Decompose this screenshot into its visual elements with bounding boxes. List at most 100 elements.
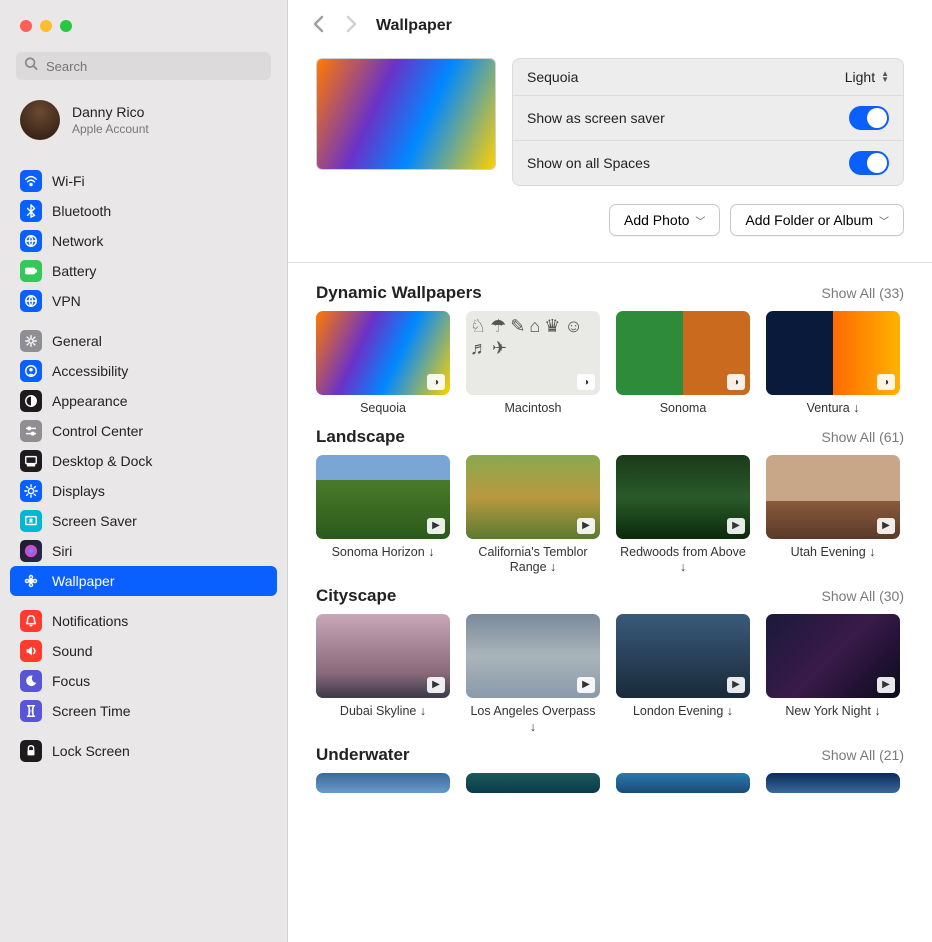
sidebar-item-label: Lock Screen — [52, 743, 130, 759]
dynamic-icon: ◑ — [877, 374, 895, 390]
wallpaper-thumb[interactable]: ▶Los Angeles Overpass ↓ — [466, 614, 600, 735]
dock-icon — [20, 450, 42, 472]
show-all-spaces-toggle[interactable] — [849, 151, 889, 175]
gear-icon — [20, 330, 42, 352]
show-screensaver-toggle[interactable] — [849, 106, 889, 130]
wallpaper-thumb[interactable] — [466, 773, 600, 793]
wallpaper-thumb[interactable] — [616, 773, 750, 793]
wallpaper-thumb-image: ◑ — [766, 311, 900, 395]
sidebar-item-displays[interactable]: Displays — [10, 476, 277, 506]
window-close-button[interactable] — [20, 20, 32, 32]
wallpaper-thumb[interactable]: ▶London Evening ↓ — [616, 614, 750, 735]
wallpaper-thumb-image: ▶ — [316, 614, 450, 698]
wallpaper-thumb[interactable]: ◑Ventura ↓ — [766, 311, 900, 417]
wallpaper-thumb[interactable]: ▶Sonoma Horizon ↓ — [316, 455, 450, 576]
wallpaper-thumb-caption: Sonoma — [616, 401, 750, 417]
sidebar-item-screen-time[interactable]: Screen Time — [10, 696, 277, 726]
current-wallpaper-preview — [316, 58, 496, 170]
sidebar-item-battery[interactable]: Battery — [10, 256, 277, 286]
search-input[interactable] — [16, 52, 271, 80]
wallpaper-thumb[interactable]: ▶ Dubai Skyline ↓ — [316, 614, 450, 735]
show-all-link[interactable]: Show All (61) — [822, 429, 904, 445]
sidebar-item-screen-saver[interactable]: Screen Saver — [10, 506, 277, 536]
sidebar-item-sound[interactable]: Sound — [10, 636, 277, 666]
nav-back-button[interactable] — [312, 15, 326, 38]
sidebar-item-label: Wallpaper — [52, 573, 115, 589]
sidebar-item-wi-fi[interactable]: Wi-Fi — [10, 166, 277, 196]
wallpaper-name: Sequoia — [527, 69, 578, 85]
add-folder-button[interactable]: Add Folder or Album ﹀ — [730, 204, 904, 236]
section-title: Underwater — [316, 745, 410, 765]
sidebar-item-label: General — [52, 333, 102, 349]
wallpaper-mode-select[interactable]: Light ▲▼ — [845, 69, 889, 85]
wallpaper-thumb-image: ▶ — [466, 455, 600, 539]
sidebar-item-appearance[interactable]: Appearance — [10, 386, 277, 416]
wallpaper-thumb-caption: London Evening ↓ — [616, 704, 750, 720]
wallpaper-thumb[interactable]: ▶Redwoods from Above ↓ — [616, 455, 750, 576]
chevron-down-icon: ﹀ — [879, 213, 889, 228]
wallpaper-thumb[interactable]: ◑Sequoia — [316, 311, 450, 417]
dynamic-icon: ◑ — [727, 374, 745, 390]
sidebar-item-vpn[interactable]: VPN — [10, 286, 277, 316]
sidebar-item-control-center[interactable]: Control Center — [10, 416, 277, 446]
sidebar-item-desktop-dock[interactable]: Desktop & Dock — [10, 446, 277, 476]
opt-screensaver-label: Show as screen saver — [527, 110, 665, 126]
globe-icon — [20, 290, 42, 312]
sidebar-item-bluetooth[interactable]: Bluetooth — [10, 196, 277, 226]
sidebar-item-notifications[interactable]: Notifications — [10, 606, 277, 636]
apple-account-row[interactable]: Danny Rico Apple Account — [0, 90, 287, 156]
sidebar: Danny Rico Apple Account Wi-FiBluetoothN… — [0, 0, 288, 942]
account-name: Danny Rico — [72, 104, 149, 120]
sidebar-item-label: Notifications — [52, 613, 128, 629]
show-all-link[interactable]: Show All (33) — [822, 285, 904, 301]
sidebar-item-network[interactable]: Network — [10, 226, 277, 256]
wallpaper-thumb[interactable]: ▶Utah Evening ↓ — [766, 455, 900, 576]
window-minimize-button[interactable] — [40, 20, 52, 32]
wallpaper-thumb-caption: California's Temblor Range ↓ — [466, 545, 600, 576]
sidebar-item-label: VPN — [52, 293, 81, 309]
flower-icon — [20, 570, 42, 592]
hourglass-icon — [20, 700, 42, 722]
siri-icon — [20, 540, 42, 562]
moon-icon — [20, 670, 42, 692]
sidebar-item-label: Focus — [52, 673, 90, 689]
sidebar-item-general[interactable]: General — [10, 326, 277, 356]
sidebar-item-lock-screen[interactable]: Lock Screen — [10, 736, 277, 766]
wallpaper-thumb-image: ◑ — [316, 311, 450, 395]
sidebar-item-focus[interactable]: Focus — [10, 666, 277, 696]
person-icon — [20, 360, 42, 382]
dynamic-icon: ◑ — [577, 374, 595, 390]
play-icon: ▶ — [727, 518, 745, 534]
sidebar-item-wallpaper[interactable]: Wallpaper — [10, 566, 277, 596]
sidebar-item-label: Siri — [52, 543, 72, 559]
wallpaper-thumb-caption: New York Night ↓ — [766, 704, 900, 720]
sidebar-item-label: Displays — [52, 483, 105, 499]
wallpaper-thumb-image: ▶ — [616, 455, 750, 539]
wallpaper-thumb-image: ◑ — [466, 311, 600, 395]
wallpaper-thumb-image: ▶ — [466, 614, 600, 698]
chevron-down-icon: ﹀ — [695, 213, 705, 228]
sidebar-item-siri[interactable]: Siri — [10, 536, 277, 566]
wallpaper-thumb[interactable]: ◑ Macintosh — [466, 311, 600, 417]
wallpaper-thumb-image — [316, 773, 450, 793]
wifi-icon — [20, 170, 42, 192]
wallpaper-thumb-caption: Macintosh — [466, 401, 600, 417]
wallpaper-thumb-caption: Dubai Skyline ↓ — [316, 704, 450, 720]
nav-forward-button[interactable] — [344, 15, 358, 38]
wallpaper-thumb[interactable] — [766, 773, 900, 793]
show-all-link[interactable]: Show All (30) — [822, 588, 904, 604]
content-header: Wallpaper — [288, 0, 932, 52]
sidebar-item-label: Screen Time — [52, 703, 131, 719]
add-photo-button[interactable]: Add Photo ﹀ — [609, 204, 720, 236]
wallpaper-thumb-image — [766, 773, 900, 793]
sidebar-item-accessibility[interactable]: Accessibility — [10, 356, 277, 386]
wallpaper-thumb[interactable]: ▶New York Night ↓ — [766, 614, 900, 735]
sun-icon — [20, 480, 42, 502]
window-zoom-button[interactable] — [60, 20, 72, 32]
wallpaper-thumb[interactable]: ▶ California's Temblor Range ↓ — [466, 455, 600, 576]
wallpaper-thumb[interactable]: ◑ Sonoma — [616, 311, 750, 417]
show-all-link[interactable]: Show All (21) — [822, 747, 904, 763]
wallpaper-thumb[interactable] — [316, 773, 450, 793]
play-icon: ▶ — [427, 677, 445, 693]
screensaver-icon — [20, 510, 42, 532]
